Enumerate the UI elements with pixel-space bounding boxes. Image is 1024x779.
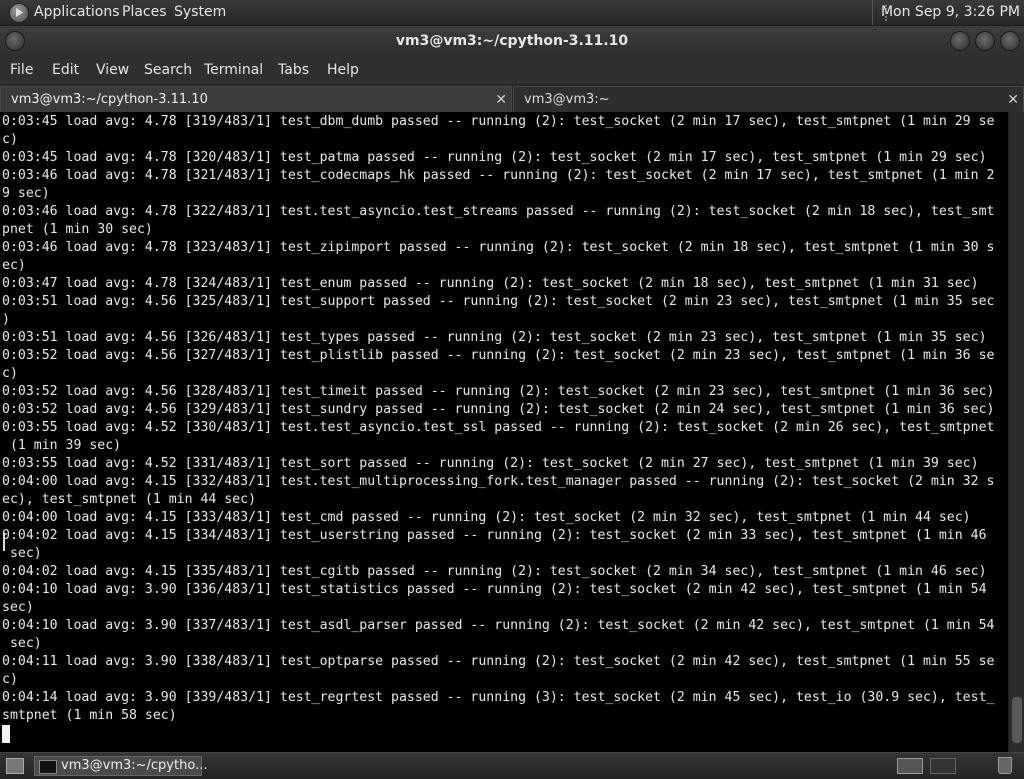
terminal-line: ) <box>2 312 10 327</box>
places-menu[interactable]: Places <box>122 0 167 25</box>
menu-file[interactable]: File <box>10 56 33 84</box>
text-cursor <box>2 725 10 743</box>
terminal-line: (1 min 39 sec) <box>2 438 122 453</box>
menu-terminal[interactable]: Terminal <box>204 56 263 84</box>
terminal-line: 0:04:00 load avg: 4.15 [332/483/1] test.… <box>2 474 995 489</box>
terminal-line: ec), test_smtpnet (1 min 44 sec) <box>2 492 257 507</box>
terminal-line: 0:03:47 load avg: 4.78 [324/483/1] test_… <box>2 276 979 291</box>
show-desktop-icon[interactable] <box>6 758 24 774</box>
bottom-panel: vm3@vm3:~/cpytho... <box>0 752 1024 779</box>
terminal-line: 0:04:11 load avg: 3.90 [338/483/1] test_… <box>2 654 995 669</box>
terminal-scrollbar[interactable] <box>1008 112 1024 752</box>
minimize-button[interactable] <box>950 31 970 51</box>
menu-search[interactable]: Search <box>144 56 192 84</box>
terminal-line: sec) <box>2 600 34 615</box>
gnome-foot-icon[interactable] <box>9 3 29 23</box>
terminal-line: 0:03:51 load avg: 4.56 [325/483/1] test_… <box>2 294 995 309</box>
tab-home[interactable]: vm3@vm3:~ ✕ <box>513 86 1024 112</box>
clock[interactable]: Mon Sep 9, 3:26 PM <box>871 0 1020 25</box>
terminal-line: 0:03:52 load avg: 4.56 [327/483/1] test_… <box>2 348 995 363</box>
taskbar-item-terminal[interactable]: vm3@vm3:~/cpytho... <box>34 756 207 776</box>
terminal-line: pnet (1 min 30 sec) <box>2 222 153 237</box>
maximize-button[interactable] <box>975 31 995 51</box>
trash-icon[interactable] <box>998 757 1012 774</box>
terminal-line: sec) <box>2 546 42 561</box>
menu-tabs[interactable]: Tabs <box>278 56 309 84</box>
terminal-line: ec) <box>2 258 26 273</box>
terminal-line: 0:04:02 load avg: 4.15 [334/483/1] test_… <box>2 528 987 543</box>
terminal-line: 0:03:45 load avg: 4.78 [319/483/1] test_… <box>2 114 995 129</box>
top-panel: Applications Places System Mon Sep 9, 3:… <box>0 0 1024 26</box>
terminal-line: 0:03:46 load avg: 4.78 [321/483/1] test_… <box>2 168 995 183</box>
terminal-icon <box>39 760 57 774</box>
tab-label: vm3@vm3:~/cpython-3.11.10 <box>11 92 208 107</box>
tab-bar: vm3@vm3:~/cpython-3.11.10 ✕ vm3@vm3:~ ✕ <box>0 84 1024 112</box>
terminal-line: c) <box>2 366 18 381</box>
scrollbar-thumb[interactable] <box>1012 697 1022 743</box>
terminal-line: 0:04:00 load avg: 4.15 [333/483/1] test_… <box>2 510 971 525</box>
terminal-line: 0:03:46 load avg: 4.78 [322/483/1] test.… <box>2 204 995 219</box>
applications-menu[interactable]: Applications <box>34 0 120 25</box>
terminal-line: 0:03:55 load avg: 4.52 [331/483/1] test_… <box>2 456 979 471</box>
terminal-line: 0:04:02 load avg: 4.15 [335/483/1] test_… <box>2 564 987 579</box>
window-titlebar[interactable]: vm3@vm3:~/cpython-3.11.10 <box>0 26 1024 56</box>
menubar: File Edit View Search Terminal Tabs Help <box>0 56 1024 84</box>
task-label: vm3@vm3:~/cpytho... <box>61 758 208 773</box>
menu-help[interactable]: Help <box>327 56 359 84</box>
close-tab-icon[interactable]: ✕ <box>495 87 507 113</box>
terminal-line: 0:03:55 load avg: 4.52 [330/483/1] test.… <box>2 420 995 435</box>
menu-view[interactable]: View <box>96 56 129 84</box>
menu-edit[interactable]: Edit <box>52 56 79 84</box>
terminal-line: 0:03:52 load avg: 4.56 [329/483/1] test_… <box>2 402 995 417</box>
terminal-line: 0:04:14 load avg: 3.90 [339/483/1] test_… <box>2 690 995 705</box>
terminal-output[interactable]: 0:03:45 load avg: 4.78 [319/483/1] test_… <box>0 112 1008 752</box>
terminal-line: c) <box>2 132 18 147</box>
system-menu[interactable]: System <box>174 0 226 25</box>
terminal-line: 9 sec) <box>2 186 50 201</box>
tab-label: vm3@vm3:~ <box>524 92 610 107</box>
terminal-line: 0:03:52 load avg: 4.56 [328/483/1] test_… <box>2 384 995 399</box>
terminal-line: 0:04:10 load avg: 3.90 [337/483/1] test_… <box>2 618 995 633</box>
terminal-line: 0:03:46 load avg: 4.78 [323/483/1] test_… <box>2 240 995 255</box>
close-window-button[interactable] <box>1000 31 1020 51</box>
terminal-line: c) <box>2 672 18 687</box>
terminal-line: smtpnet (1 min 58 sec) <box>2 708 177 723</box>
terminal-line: sec) <box>2 636 42 651</box>
close-tab-icon[interactable]: ✕ <box>1007 87 1019 113</box>
mouse-ibeam-cursor <box>3 533 5 551</box>
workspace-1[interactable] <box>897 758 923 774</box>
tab-cpython[interactable]: vm3@vm3:~/cpython-3.11.10 ✕ <box>0 86 512 112</box>
window-title: vm3@vm3:~/cpython-3.11.10 <box>395 33 629 49</box>
terminal-line: 0:03:51 load avg: 4.56 [326/483/1] test_… <box>2 330 987 345</box>
workspace-2[interactable] <box>930 758 956 774</box>
terminal-line: 0:04:10 load avg: 3.90 [336/483/1] test_… <box>2 582 987 597</box>
terminal-line: 0:03:45 load avg: 4.78 [320/483/1] test_… <box>2 150 987 165</box>
